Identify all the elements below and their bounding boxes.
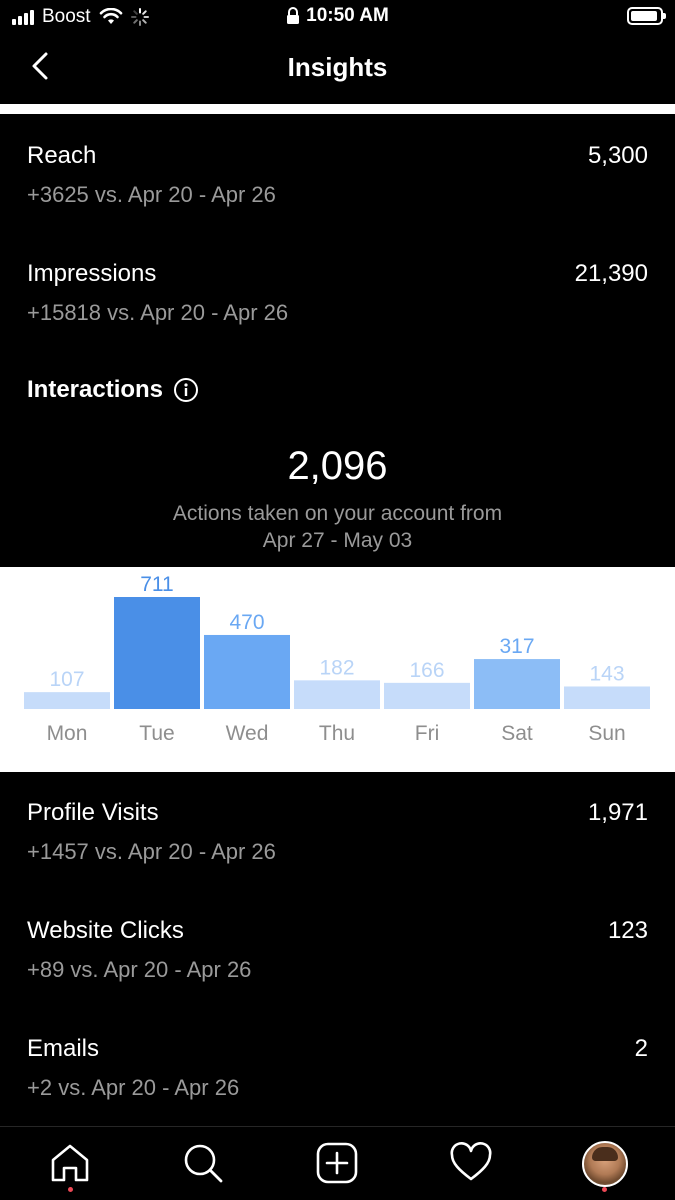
bar-mon[interactable] [24,692,110,709]
metric-emails[interactable]: Emails 2 +2 vs. Apr 20 - Apr 26 [0,1035,675,1135]
interactions-heading: Interactions [27,376,199,404]
metric-profile-visits[interactable]: Profile Visits 1,971 +1457 vs. Apr 20 - … [0,799,675,899]
bar-sun[interactable] [564,686,650,709]
bar-thu[interactable] [294,680,380,709]
nav-new-post[interactable] [315,1141,359,1185]
category-label-sun: Sun [588,722,625,745]
interactions-desc-line1: Actions taken on your account from [172,502,503,525]
metric-change: +2 vs. Apr 20 - Apr 26 [27,1075,240,1100]
metric-label: Impressions [27,260,157,287]
interactions-title: Interactions [27,376,164,403]
search-icon [184,1144,223,1183]
value-label-wed: 470 [229,611,264,634]
lock-icon [287,7,300,24]
battery-icon [627,7,666,25]
nav-search[interactable] [181,1141,225,1185]
status-bar-right [627,7,666,25]
category-label-mon: Mon [47,722,88,745]
category-label-thu: Thu [319,722,355,745]
category-label-wed: Wed [226,722,269,745]
interactions-description: Actions taken on your account from Apr 2… [0,500,675,554]
value-label-thu: 182 [319,656,354,679]
status-bar-center: 10:50 AM [0,5,675,27]
nav-home-indicator [68,1187,73,1192]
header: Insights [0,36,675,104]
metric-change: +15818 vs. Apr 20 - Apr 26 [27,300,289,325]
value-label-mon: 107 [49,668,84,691]
bar-chart: 107 Mon 711 Tue 470 Wed 182 Thu 166 Fri 317 Sat 143 S… [24,573,650,745]
nav-profile-indicator [602,1187,607,1192]
interactions-total: 2,096 [287,444,388,488]
metric-label: Reach [27,142,97,169]
metric-label: Website Clicks [27,917,184,944]
interactions-chart: 107 Mon 711 Tue 470 Wed 182 Thu 166 Fri 317 Sat 143 S… [0,567,675,772]
metric-value: 2 [634,1035,648,1062]
metric-impressions[interactable]: Impressions 21,390 +15818 vs. Apr 20 - A… [0,260,675,360]
metric-value: 1,971 [587,799,648,826]
bar-sat[interactable] [474,659,560,709]
value-label-sat: 317 [499,635,534,658]
metric-change: +3625 vs. Apr 20 - Apr 26 [27,182,276,207]
heart-icon [450,1142,492,1181]
metric-change: +89 vs. Apr 20 - Apr 26 [27,957,252,982]
info-icon[interactable] [173,377,199,403]
metric-change: +1457 vs. Apr 20 - Apr 26 [27,839,276,864]
interactions-date-range: Apr 27 - May 03 [262,529,413,552]
page-title: Insights [287,52,388,82]
category-label-fri: Fri [415,722,440,745]
metric-value: 5,300 [587,142,648,169]
status-bar: Boost 10:50 AM [0,0,675,36]
bar-wed[interactable] [204,634,290,709]
metric-label: Profile Visits [27,799,159,826]
metric-label: Emails [27,1035,100,1062]
home-icon [51,1144,89,1182]
nav-activity[interactable] [449,1141,493,1185]
bar-fri[interactable] [384,682,470,709]
metric-value: 21,390 [574,260,648,287]
avatar[interactable] [582,1141,628,1187]
clock: 10:50 AM [306,5,389,26]
metric-reach[interactable]: Reach 5,300 +3625 vs. Apr 20 - Apr 26 [0,142,675,242]
bar-tue[interactable] [114,597,200,709]
metric-website-clicks[interactable]: Website Clicks 123 +89 vs. Apr 20 - Apr … [0,917,675,1017]
bottom-nav [0,1126,675,1200]
header-divider [0,104,675,114]
value-label-tue: 711 [140,573,173,596]
nav-home[interactable] [48,1141,92,1185]
value-label-fri: 166 [409,659,444,682]
metric-value: 123 [607,917,648,944]
plus-square-icon [316,1142,358,1184]
category-label-tue: Tue [139,722,174,745]
value-label-sun: 143 [589,662,624,685]
category-label-sat: Sat [501,722,533,745]
